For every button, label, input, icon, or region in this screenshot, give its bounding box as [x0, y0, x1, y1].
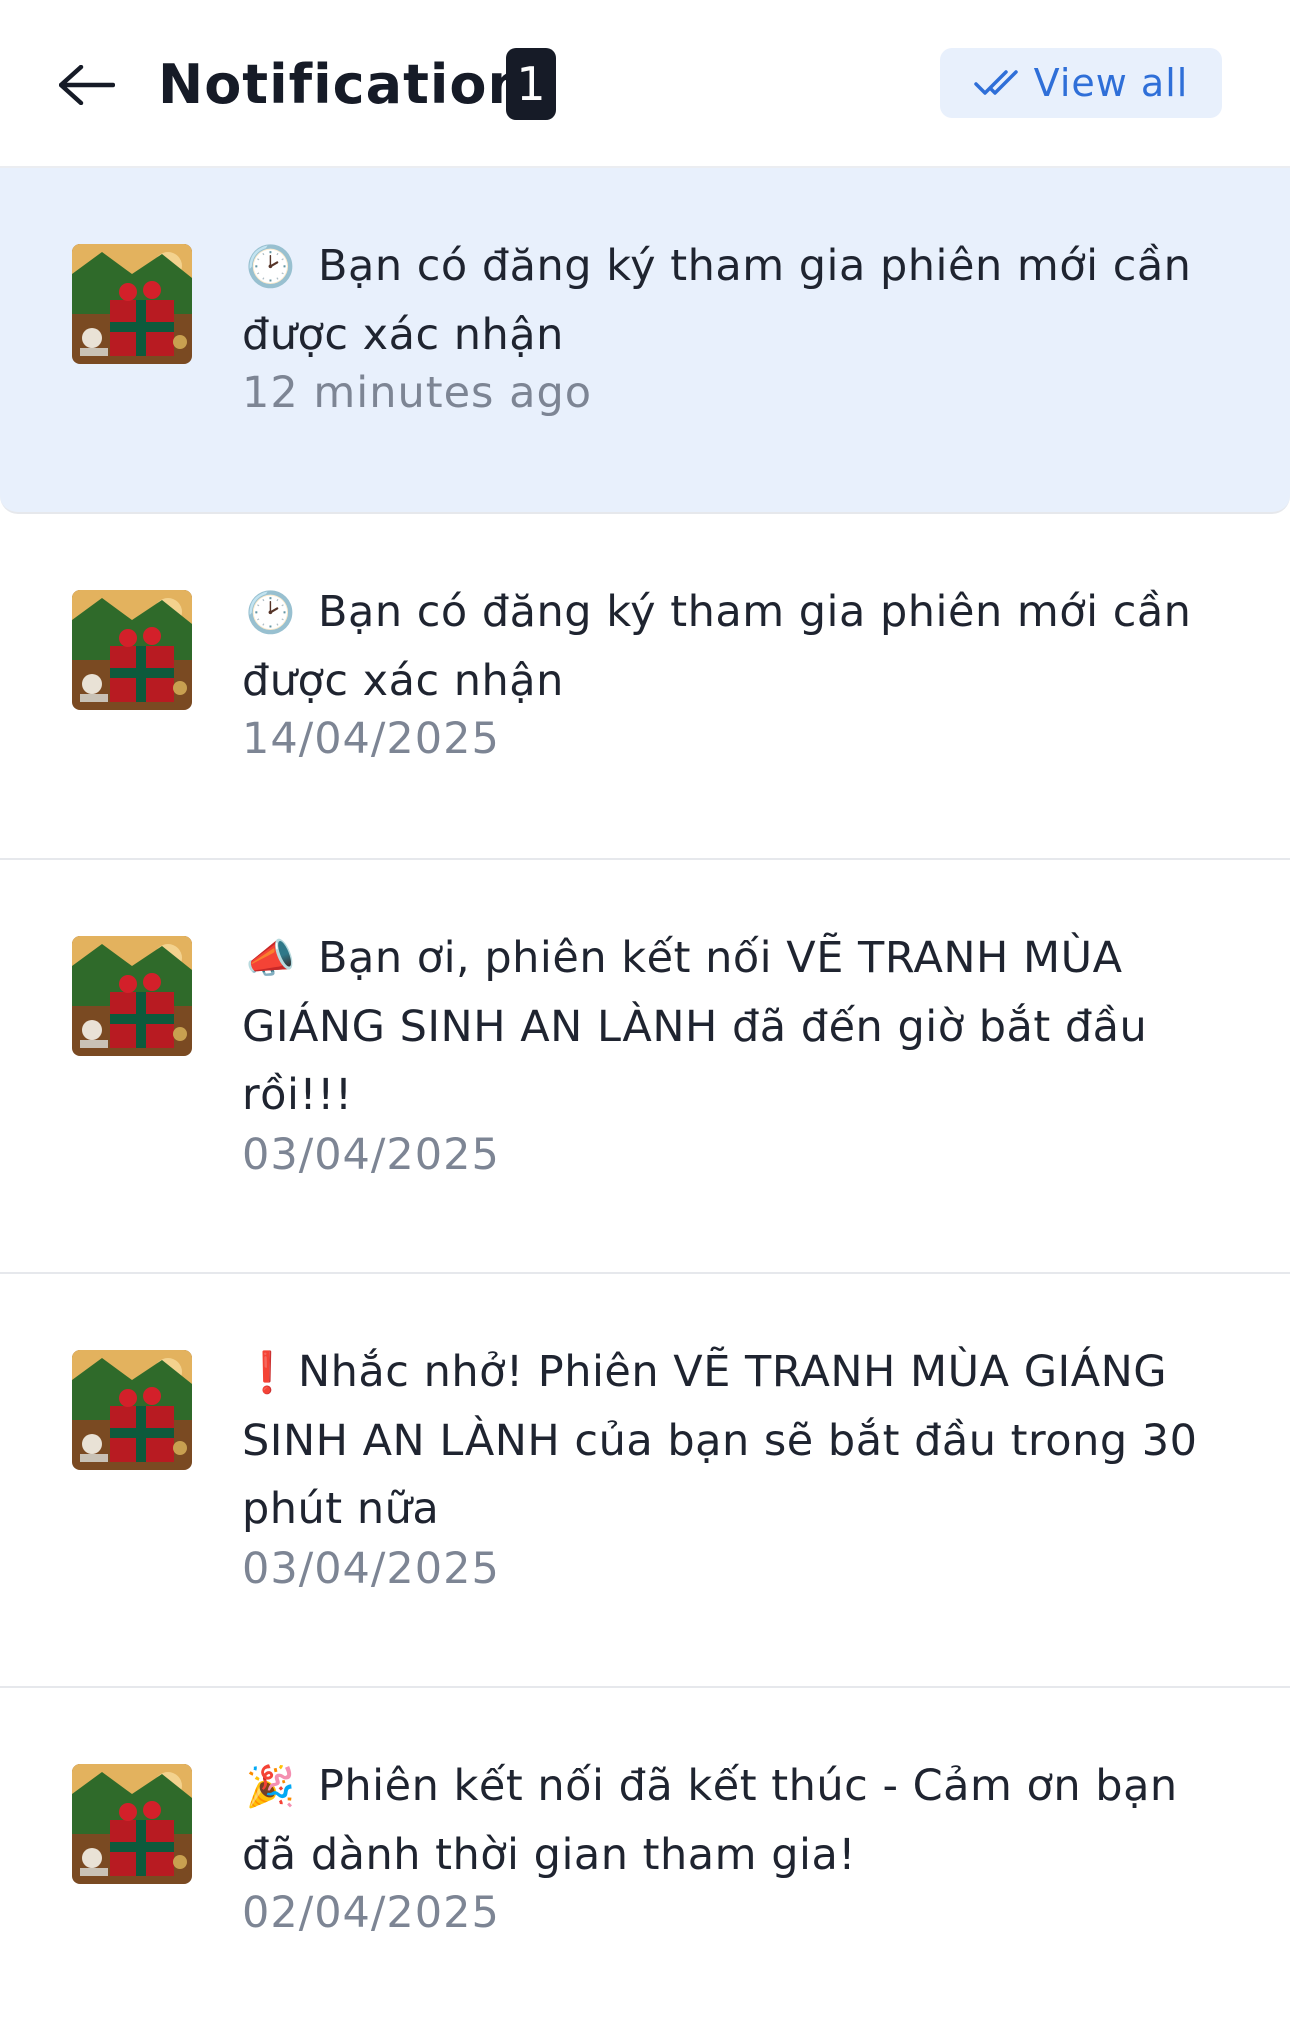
notification-message: 📣 Bạn ơi, phiên kết nối VẼ TRANH MÙA GIÁN… — [242, 924, 1232, 1129]
header-bar: Notification 1 View all — [0, 0, 1290, 168]
christmas-gift-thumbnail — [72, 936, 192, 1056]
notification-message: 🕑 Bạn có đăng ký tham gia phiên mới cần đ… — [242, 232, 1232, 369]
notification-item[interactable]: 🎉 Phiên kết nối đã kết thúc - Cảm ơn bạn … — [0, 1688, 1290, 2034]
notification-list: 🕑 Bạn có đăng ký tham gia phiên mới cần đ… — [0, 168, 1290, 2034]
view-all-label: View all — [1033, 61, 1189, 105]
notification-time: 14/04/2025 — [242, 714, 500, 764]
notification-item[interactable]: 🕑 Bạn có đăng ký tham gia phiên mới cần đ… — [0, 514, 1290, 860]
notification-time: 12 minutes ago — [242, 368, 593, 418]
christmas-gift-thumbnail — [72, 1350, 192, 1470]
clock-icon: 🕑 — [245, 590, 297, 636]
clock-icon: 🕑 — [245, 244, 297, 290]
notification-message: 🕑 Bạn có đăng ký tham gia phiên mới cần đ… — [242, 578, 1232, 715]
christmas-gift-thumbnail — [72, 244, 192, 364]
page-title: Notification — [158, 53, 527, 116]
unread-count-badge: 1 — [506, 48, 556, 120]
arrow-left-icon — [59, 65, 115, 105]
christmas-gift-thumbnail — [72, 590, 192, 710]
double-check-icon — [973, 70, 1018, 95]
back-button[interactable] — [52, 50, 122, 120]
exclamation-icon: ❗ — [242, 1350, 293, 1396]
megaphone-icon: 📣 — [245, 936, 297, 982]
notification-time: 02/04/2025 — [242, 1888, 500, 1938]
notification-text: Bạn có đăng ký tham gia phiên mới cần đư… — [242, 587, 1192, 706]
notification-text: Bạn ơi, phiên kết nối VẼ TRANH MÙA GIÁNG… — [242, 933, 1148, 1120]
notification-item[interactable]: 📣 Bạn ơi, phiên kết nối VẼ TRANH MÙA GIÁN… — [0, 860, 1290, 1274]
party-popper-icon: 🎉 — [245, 1764, 297, 1810]
notification-item[interactable]: 🕑 Bạn có đăng ký tham gia phiên mới cần đ… — [0, 168, 1290, 514]
view-all-button[interactable]: View all — [940, 48, 1222, 118]
notification-message: ❗ Nhắc nhở! Phiên VẼ TRANH MÙA GIÁNG SINH… — [242, 1338, 1232, 1543]
notification-message: 🎉 Phiên kết nối đã kết thúc - Cảm ơn bạn … — [242, 1752, 1232, 1889]
notification-text: Nhắc nhở! Phiên VẼ TRANH MÙA GIÁNG SINH … — [242, 1347, 1198, 1534]
notification-text: Phiên kết nối đã kết thúc - Cảm ơn bạn đ… — [242, 1761, 1178, 1880]
notification-text: Bạn có đăng ký tham gia phiên mới cần đư… — [242, 241, 1192, 360]
notification-item[interactable]: ❗ Nhắc nhở! Phiên VẼ TRANH MÙA GIÁNG SINH… — [0, 1274, 1290, 1688]
christmas-gift-thumbnail — [72, 1764, 192, 1884]
notification-time: 03/04/2025 — [242, 1544, 500, 1594]
notification-time: 03/04/2025 — [242, 1130, 500, 1180]
